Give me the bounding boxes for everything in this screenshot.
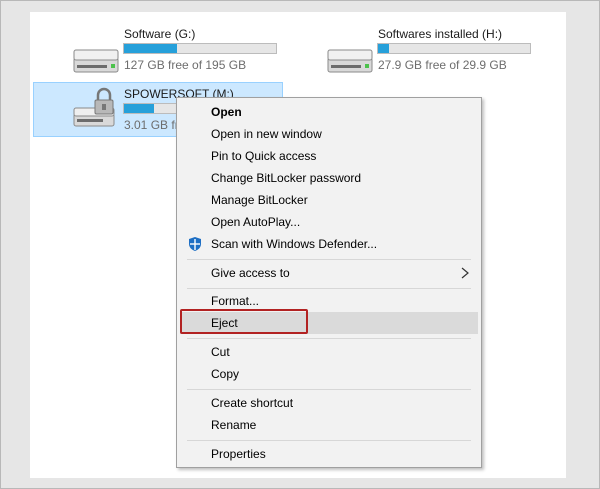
- menu-item-label: Pin to Quick access: [211, 149, 317, 163]
- menu-item-pin-quick-access[interactable]: Pin to Quick access: [180, 145, 478, 167]
- menu-item-open-new-window[interactable]: Open in new window: [180, 123, 478, 145]
- menu-item-label: Create shortcut: [211, 396, 294, 410]
- drive-name: Software (G:): [124, 27, 196, 41]
- windows-defender-shield-icon: [189, 237, 201, 251]
- menu-item-manage-bitlocker[interactable]: Manage BitLocker: [180, 189, 478, 211]
- menu-item-label: Open: [211, 105, 242, 119]
- drive-usage-bar: [377, 43, 531, 54]
- locked-drive-icon: [73, 87, 115, 127]
- menu-separator: [187, 338, 471, 339]
- menu-item-give-access-to[interactable]: Give access to: [180, 262, 478, 284]
- menu-separator: [187, 440, 471, 441]
- menu-item-open[interactable]: Open: [180, 101, 478, 123]
- menu-item-label: Change BitLocker password: [211, 171, 362, 185]
- drive-usage-fill: [124, 44, 178, 53]
- drive-usage-bar: [123, 103, 183, 114]
- menu-item-label: Rename: [211, 418, 257, 432]
- chevron-right-icon: [461, 267, 469, 279]
- menu-item-label: Properties: [211, 447, 266, 461]
- menu-item-change-bitlocker-password[interactable]: Change BitLocker password: [180, 167, 478, 189]
- drive-usage-bar: [123, 43, 277, 54]
- menu-item-label: Cut: [211, 345, 230, 359]
- menu-item-scan-windows-defender[interactable]: Scan with Windows Defender...: [180, 233, 478, 255]
- menu-item-label: Copy: [211, 367, 240, 381]
- drive-name: Softwares installed (H:): [378, 27, 503, 41]
- menu-separator: [187, 259, 471, 260]
- drive-usage-fill: [378, 44, 389, 53]
- hard-drive-icon: [327, 49, 373, 73]
- drive-free-space: 27.9 GB free of 29.9 GB: [378, 58, 507, 72]
- menu-item-open-autoplay[interactable]: Open AutoPlay...: [180, 211, 478, 233]
- context-menu: Open Open in new window Pin to Quick acc…: [176, 97, 482, 468]
- hard-drive-icon: [73, 49, 119, 73]
- menu-separator: [187, 288, 471, 289]
- menu-item-cut[interactable]: Cut: [180, 341, 478, 363]
- menu-item-label: Manage BitLocker: [211, 193, 308, 207]
- menu-item-label: Give access to: [211, 266, 290, 280]
- drive-usage-fill: [124, 104, 155, 113]
- menu-separator: [187, 389, 471, 390]
- menu-item-label: Scan with Windows Defender...: [211, 237, 378, 251]
- menu-item-properties[interactable]: Properties: [180, 443, 478, 465]
- drive-software-g[interactable]: Software (G:) 127 GB free of 195 GB: [68, 24, 288, 76]
- menu-item-rename[interactable]: Rename: [180, 414, 478, 436]
- eject-highlight-outline: [180, 309, 308, 334]
- menu-item-label: Open in new window: [211, 127, 322, 141]
- menu-item-create-shortcut[interactable]: Create shortcut: [180, 392, 478, 414]
- menu-item-label: Open AutoPlay...: [211, 215, 301, 229]
- menu-item-copy[interactable]: Copy: [180, 363, 478, 385]
- drive-free-space: 127 GB free of 195 GB: [124, 58, 247, 72]
- drive-softwares-installed-h[interactable]: Softwares installed (H:) 27.9 GB free of…: [322, 24, 542, 76]
